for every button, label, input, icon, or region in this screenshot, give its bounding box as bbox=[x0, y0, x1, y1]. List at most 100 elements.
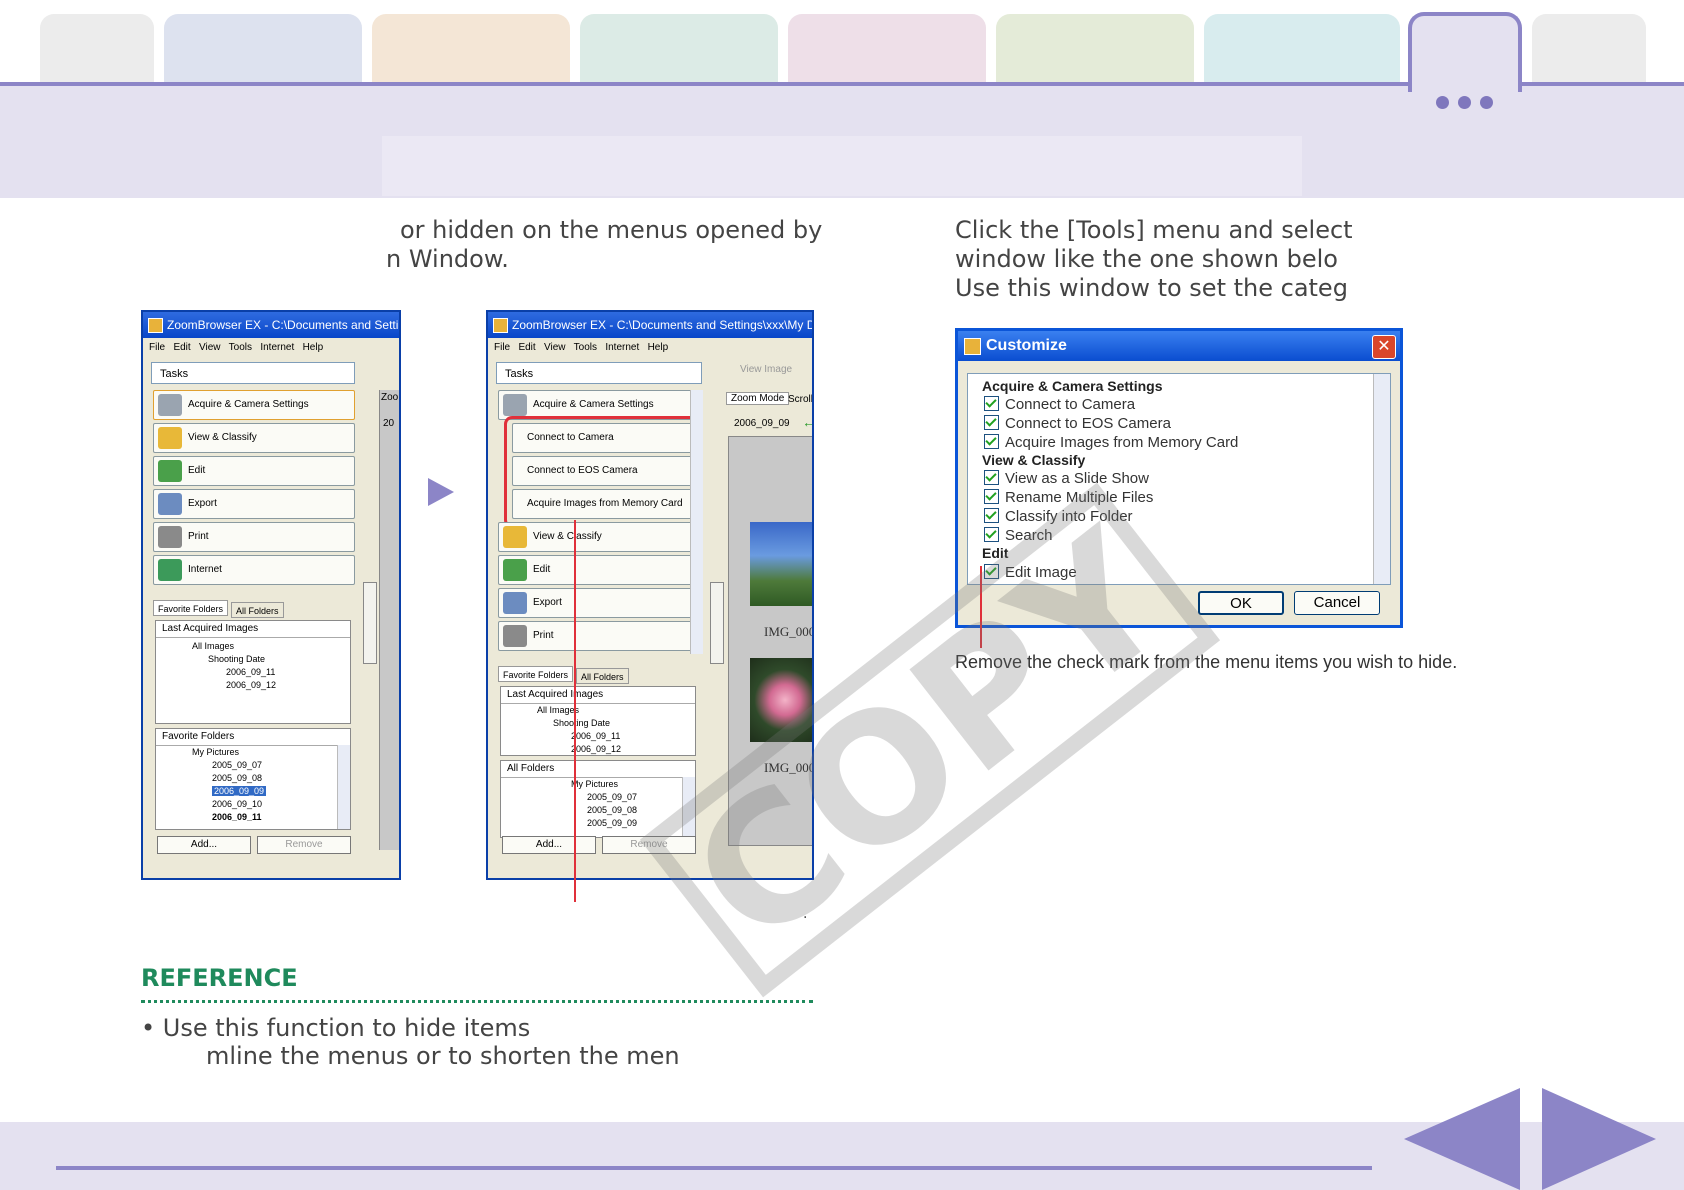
menu-bar[interactable]: File Edit View Tools Internet Help bbox=[488, 338, 812, 358]
chapter-tab-4[interactable] bbox=[580, 14, 778, 84]
checkbox-icon[interactable] bbox=[984, 489, 999, 504]
edit-button[interactable]: Edit bbox=[498, 555, 700, 585]
view-image-button[interactable]: View Image bbox=[740, 364, 792, 375]
intro-line-2: n Window. bbox=[386, 245, 509, 273]
date-fragment: 20 bbox=[383, 418, 395, 429]
reference-line-1: • Use this function to hide items bbox=[141, 1014, 531, 1042]
tree-folder[interactable]: 2005_09_07 bbox=[156, 759, 350, 772]
checkbox-icon[interactable] bbox=[984, 434, 999, 449]
right-line-2: window like the one shown belo bbox=[955, 245, 1338, 273]
view-classify-button[interactable]: View & Classify bbox=[153, 423, 355, 453]
tree-all-images[interactable]: All Images bbox=[501, 704, 695, 717]
checkbox-icon[interactable] bbox=[984, 415, 999, 430]
chapter-tab-7[interactable] bbox=[1204, 14, 1400, 84]
scroll-tab[interactable]: Scroll bbox=[788, 394, 812, 405]
tree-folder[interactable]: 2006_09_10 bbox=[156, 798, 350, 811]
export-button[interactable]: Export bbox=[498, 588, 700, 618]
tree-all-images[interactable]: All Images bbox=[156, 640, 350, 653]
printer-icon bbox=[158, 526, 182, 548]
tree-folder-selected[interactable]: 2006_09_09 bbox=[156, 785, 350, 798]
tree-date-1[interactable]: 2006_09_11 bbox=[156, 666, 350, 679]
back-arrow-icon[interactable]: ← bbox=[802, 414, 812, 430]
tree-folder[interactable]: 2005_09_08 bbox=[156, 772, 350, 785]
list-scrollbar[interactable] bbox=[1373, 374, 1390, 584]
camera-icon bbox=[503, 394, 527, 416]
checkbox-icon[interactable] bbox=[984, 527, 999, 542]
tree-date-2[interactable]: 2006_09_12 bbox=[501, 743, 695, 755]
all-folders-tab[interactable]: All Folders bbox=[231, 602, 284, 618]
chapter-tab-6[interactable] bbox=[996, 14, 1194, 84]
favorite-folders-tab[interactable]: Favorite Folders bbox=[498, 666, 574, 682]
close-button[interactable]: ✕ bbox=[1372, 335, 1396, 359]
last-acquired-panel: Last Acquired Images All Images Shooting… bbox=[500, 686, 696, 756]
more-dot-icon bbox=[1480, 96, 1493, 109]
panel-splitter[interactable] bbox=[363, 582, 377, 664]
globe-icon bbox=[158, 559, 182, 581]
chapter-tab-3[interactable] bbox=[372, 14, 570, 84]
reference-line-2: mline the menus or to shorten the men bbox=[206, 1042, 680, 1070]
all-folders-tab[interactable]: All Folders bbox=[576, 668, 629, 684]
tasks-dropdown[interactable]: Tasks bbox=[496, 362, 702, 384]
ok-button[interactable]: OK bbox=[1198, 591, 1284, 615]
chapter-tab-active[interactable] bbox=[1408, 12, 1522, 92]
tree-my-pictures[interactable]: My Pictures bbox=[156, 746, 350, 759]
tasks-scrollbar[interactable] bbox=[690, 390, 703, 654]
item-acquire-memory-card[interactable]: Acquire Images from Memory Card bbox=[984, 434, 1238, 451]
acquire-button[interactable]: Acquire & Camera Settings bbox=[153, 390, 355, 420]
highlight-box bbox=[504, 416, 702, 528]
last-acquired-panel: Last Acquired Images All Images Shooting… bbox=[155, 620, 351, 724]
add-folder-button[interactable]: Add... bbox=[157, 836, 251, 854]
tree-my-pictures[interactable]: My Pictures bbox=[501, 778, 695, 791]
tree-date-2[interactable]: 2006_09_12 bbox=[156, 679, 350, 692]
group-acquire: Acquire & Camera Settings bbox=[982, 378, 1163, 394]
item-connect-eos-camera[interactable]: Connect to EOS Camera bbox=[984, 415, 1171, 432]
header-title-area bbox=[382, 136, 1302, 196]
image-area bbox=[379, 390, 399, 850]
tree-shooting-date[interactable]: Shooting Date bbox=[156, 653, 350, 666]
item-connect-camera[interactable]: Connect to Camera bbox=[984, 396, 1135, 413]
checkbox-icon[interactable] bbox=[984, 508, 999, 523]
chapter-tab-5[interactable] bbox=[788, 14, 986, 84]
chapter-tab-1[interactable] bbox=[40, 14, 154, 84]
reference-heading: REFERENCE bbox=[141, 964, 298, 992]
print-button[interactable]: Print bbox=[498, 621, 700, 651]
chapter-tab-2[interactable] bbox=[164, 14, 362, 84]
right-line-3: Use this window to set the categ bbox=[955, 274, 1348, 302]
cancel-button[interactable]: Cancel bbox=[1294, 591, 1380, 615]
zoom-tab[interactable]: Zoo bbox=[381, 392, 398, 403]
dialog-app-icon bbox=[964, 338, 981, 355]
tree-date-1[interactable]: 2006_09_11 bbox=[501, 730, 695, 743]
edit-button[interactable]: Edit bbox=[153, 456, 355, 486]
checkbox-icon[interactable] bbox=[984, 396, 999, 411]
zoom-mode-tab[interactable]: Zoom Mode bbox=[726, 392, 790, 405]
intro-line-1: or hidden on the menus opened by bbox=[400, 216, 823, 244]
zoombrowser-window-left: ZoomBrowser EX - C:\Documents and Settin… bbox=[141, 310, 401, 880]
favorite-folders-header: Favorite Folders bbox=[156, 729, 350, 746]
image-label-1: IMG_000 bbox=[764, 624, 814, 639]
favorite-folders-tab[interactable]: Favorite Folders bbox=[153, 600, 229, 616]
print-button[interactable]: Print bbox=[153, 522, 355, 552]
app-icon bbox=[493, 318, 508, 333]
tasks-dropdown[interactable]: Tasks bbox=[151, 362, 355, 384]
panel-splitter[interactable] bbox=[710, 582, 724, 664]
more-dot-icon bbox=[1436, 96, 1449, 109]
thumbnail-sky[interactable] bbox=[750, 522, 812, 606]
item-slide-show[interactable]: View as a Slide Show bbox=[984, 470, 1149, 487]
chapter-tab-9[interactable] bbox=[1532, 14, 1646, 84]
add-folder-button[interactable]: Add... bbox=[502, 836, 596, 854]
tree-shooting-date[interactable]: Shooting Date bbox=[501, 717, 695, 730]
window-title: ZoomBrowser EX - C:\Documents and Settin… bbox=[488, 312, 812, 338]
next-page-icon[interactable] bbox=[1542, 1088, 1656, 1190]
all-folders-header: All Folders bbox=[501, 761, 695, 778]
remove-folder-button[interactable]: Remove bbox=[257, 836, 351, 854]
tree-folder[interactable]: 2006_09_11 bbox=[156, 811, 350, 824]
view-classify-button[interactable]: View & Classify bbox=[498, 522, 700, 552]
menu-bar[interactable]: File Edit View Tools Internet Help bbox=[143, 338, 399, 358]
tree-folder[interactable]: 2005_09_07 bbox=[501, 791, 695, 804]
internet-button[interactable]: Internet bbox=[153, 555, 355, 585]
export-button[interactable]: Export bbox=[153, 489, 355, 519]
checkbox-icon[interactable] bbox=[984, 470, 999, 485]
favorite-folders-panel: Favorite Folders My Pictures 2005_09_07 … bbox=[155, 728, 351, 830]
previous-page-icon[interactable] bbox=[1404, 1088, 1520, 1190]
scrollbar[interactable] bbox=[337, 745, 350, 829]
